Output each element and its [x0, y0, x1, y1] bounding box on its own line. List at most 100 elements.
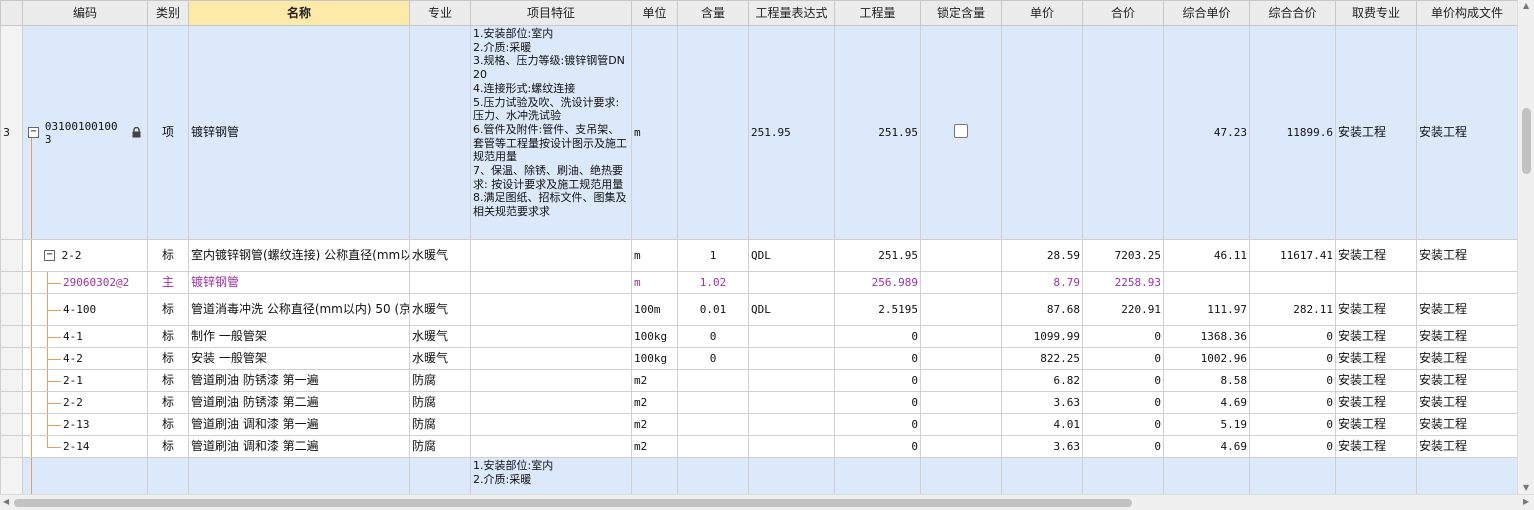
quota-row[interactable]: 2-14 标管道刷油 调和漆 第二遍 防腐 m2 0 3.63 0 4.69 0 安装工程 安装工程	[0, 435, 1517, 458]
col-header-code[interactable]: 编码	[22, 0, 148, 26]
qty-cell[interactable]: 2.5195	[834, 293, 921, 326]
category-cell[interactable]: 标	[147, 435, 189, 458]
category-cell[interactable]: 标	[147, 239, 189, 272]
collapse-toggle-icon[interactable]: −	[44, 250, 55, 261]
comp-price-cell[interactable]: 5.19	[1163, 413, 1250, 436]
fee-major-cell[interactable]	[1335, 271, 1417, 294]
expr-cell[interactable]: 251.95	[748, 25, 835, 240]
total-cell[interactable]: 0	[1082, 369, 1164, 392]
comp-total-cell[interactable]: 0	[1249, 391, 1336, 414]
features-cell[interactable]	[470, 271, 632, 294]
comp-price-cell[interactable]: 4.69	[1163, 435, 1250, 458]
content-cell[interactable]	[677, 25, 749, 240]
price-cell[interactable]: 87.68	[1001, 293, 1083, 326]
scroll-right-icon[interactable]: ▶	[1523, 498, 1529, 506]
locked-cell[interactable]	[920, 293, 1002, 326]
col-header-rownum[interactable]	[0, 0, 23, 26]
comp-price-cell[interactable]: 1368.36	[1163, 325, 1250, 348]
price-cell[interactable]: 28.59	[1001, 239, 1083, 272]
col-header-unit[interactable]: 单位	[631, 0, 678, 26]
code-cell[interactable]: 4-1	[22, 325, 148, 348]
qty-cell[interactable]: 0	[834, 369, 921, 392]
price-file-cell[interactable]: 安装工程	[1416, 435, 1517, 458]
grid-cell[interactable]	[1335, 457, 1417, 494]
grid-cell[interactable]	[1163, 457, 1250, 494]
unit-cell[interactable]: m2	[631, 435, 678, 458]
unit-cell[interactable]: 100kg	[631, 325, 678, 348]
locked-cell[interactable]	[920, 347, 1002, 370]
price-file-cell[interactable]: 安装工程	[1416, 25, 1517, 240]
col-header-price[interactable]: 单价	[1001, 0, 1083, 26]
features-cell[interactable]	[470, 347, 632, 370]
price-file-cell[interactable]	[1416, 271, 1517, 294]
content-cell[interactable]	[677, 413, 749, 436]
comp-price-cell[interactable]: 46.11	[1163, 239, 1250, 272]
comp-total-cell[interactable]: 0	[1249, 325, 1336, 348]
comp-price-cell[interactable]: 4.69	[1163, 391, 1250, 414]
locked-cell[interactable]	[920, 239, 1002, 272]
qty-cell[interactable]: 0	[834, 391, 921, 414]
unit-cell[interactable]: m2	[631, 413, 678, 436]
quota-row[interactable]: − 2-2标室内镀锌钢管(螺纹连接) 公称直径(mm以内) 20水暖气m1QDL…	[0, 239, 1517, 272]
features-cell[interactable]	[470, 391, 632, 414]
lock-content-checkbox[interactable]	[954, 124, 968, 138]
major-cell[interactable]	[409, 25, 471, 240]
qty-cell[interactable]: 0	[834, 347, 921, 370]
col-header-fee-major[interactable]: 取费专业	[1335, 0, 1417, 26]
price-file-cell[interactable]: 安装工程	[1416, 239, 1517, 272]
major-cell[interactable]: 水暖气	[409, 293, 471, 326]
comp-total-cell[interactable]: 0	[1249, 413, 1336, 436]
col-header-features[interactable]: 项目特征	[470, 0, 632, 26]
major-cell[interactable]: 防腐	[409, 391, 471, 414]
grid-cell[interactable]	[748, 457, 835, 494]
col-header-locked[interactable]: 锁定含量	[920, 0, 1002, 26]
name-cell[interactable]: 管道刷油 调和漆 第一遍	[188, 413, 410, 436]
fee-major-cell[interactable]: 安装工程	[1335, 369, 1417, 392]
col-header-comp-total[interactable]: 综合合价	[1249, 0, 1336, 26]
unit-cell[interactable]: m	[631, 25, 678, 240]
bill-item-row[interactable]: 1.安装部位:室内 2.介质:采暖	[0, 457, 1517, 494]
grid-cell[interactable]	[409, 457, 471, 494]
name-cell[interactable]: 管道刷油 防锈漆 第二遍	[188, 391, 410, 414]
features-cell[interactable]	[470, 239, 632, 272]
grid-cell[interactable]	[147, 457, 189, 494]
vertical-scroll-thumb[interactable]	[1522, 108, 1531, 174]
name-cell[interactable]: 室内镀锌钢管(螺纹连接) 公称直径(mm以内) 20	[188, 239, 410, 272]
category-cell[interactable]: 标	[147, 293, 189, 326]
content-cell[interactable]	[677, 369, 749, 392]
horizontal-scroll-thumb[interactable]	[14, 499, 1132, 507]
qty-cell[interactable]: 0	[834, 435, 921, 458]
locked-cell[interactable]	[920, 325, 1002, 348]
col-header-price-file[interactable]: 单价构成文件	[1416, 0, 1517, 26]
price-cell[interactable]: 822.25	[1001, 347, 1083, 370]
name-cell[interactable]: 镀锌钢管	[188, 25, 410, 240]
comp-price-cell[interactable]: 111.97	[1163, 293, 1250, 326]
comp-price-cell[interactable]: 8.58	[1163, 369, 1250, 392]
major-cell[interactable]: 防腐	[409, 369, 471, 392]
expr-cell[interactable]: QDL	[748, 293, 835, 326]
col-header-qty[interactable]: 工程量	[834, 0, 921, 26]
grid-cell[interactable]	[631, 457, 678, 494]
major-cell[interactable]	[409, 271, 471, 294]
material-row[interactable]: 29060302@2 主镀锌钢管 m 1.02 256.989 8.79 2258.93	[0, 271, 1517, 294]
unit-cell[interactable]: 100kg	[631, 347, 678, 370]
fee-major-cell[interactable]: 安装工程	[1335, 391, 1417, 414]
bill-grid[interactable]: 编码 类别 名称 专业 项目特征 单位 含量 工程量表达式 工程量 锁定含量 单…	[0, 0, 1517, 494]
category-cell[interactable]: 标	[147, 325, 189, 348]
quota-row[interactable]: 2-2 标管道刷油 防锈漆 第二遍 防腐 m2 0 3.63 0 4.69 0 安装工程 安装工程	[0, 391, 1517, 414]
major-cell[interactable]: 水暖气	[409, 347, 471, 370]
code-cell[interactable]: 4-100	[22, 293, 148, 326]
horizontal-scrollbar[interactable]: ◀ ▶	[0, 494, 1534, 510]
grid-cell[interactable]	[1416, 457, 1517, 494]
expr-cell[interactable]	[748, 271, 835, 294]
price-cell[interactable]: 8.79	[1001, 271, 1083, 294]
content-cell[interactable]	[677, 391, 749, 414]
category-cell[interactable]: 项	[147, 25, 189, 240]
qty-cell[interactable]: 0	[834, 325, 921, 348]
price-cell[interactable]: 1099.99	[1001, 325, 1083, 348]
col-header-content[interactable]: 含量	[677, 0, 749, 26]
category-cell[interactable]: 主	[147, 271, 189, 294]
grid-cell[interactable]	[677, 457, 749, 494]
locked-cell[interactable]	[920, 271, 1002, 294]
quota-row[interactable]: 4-2 标安装 一般管架 水暖气 100kg 0 0 822.25 0 1002.96 0 安装工程…	[0, 347, 1517, 370]
